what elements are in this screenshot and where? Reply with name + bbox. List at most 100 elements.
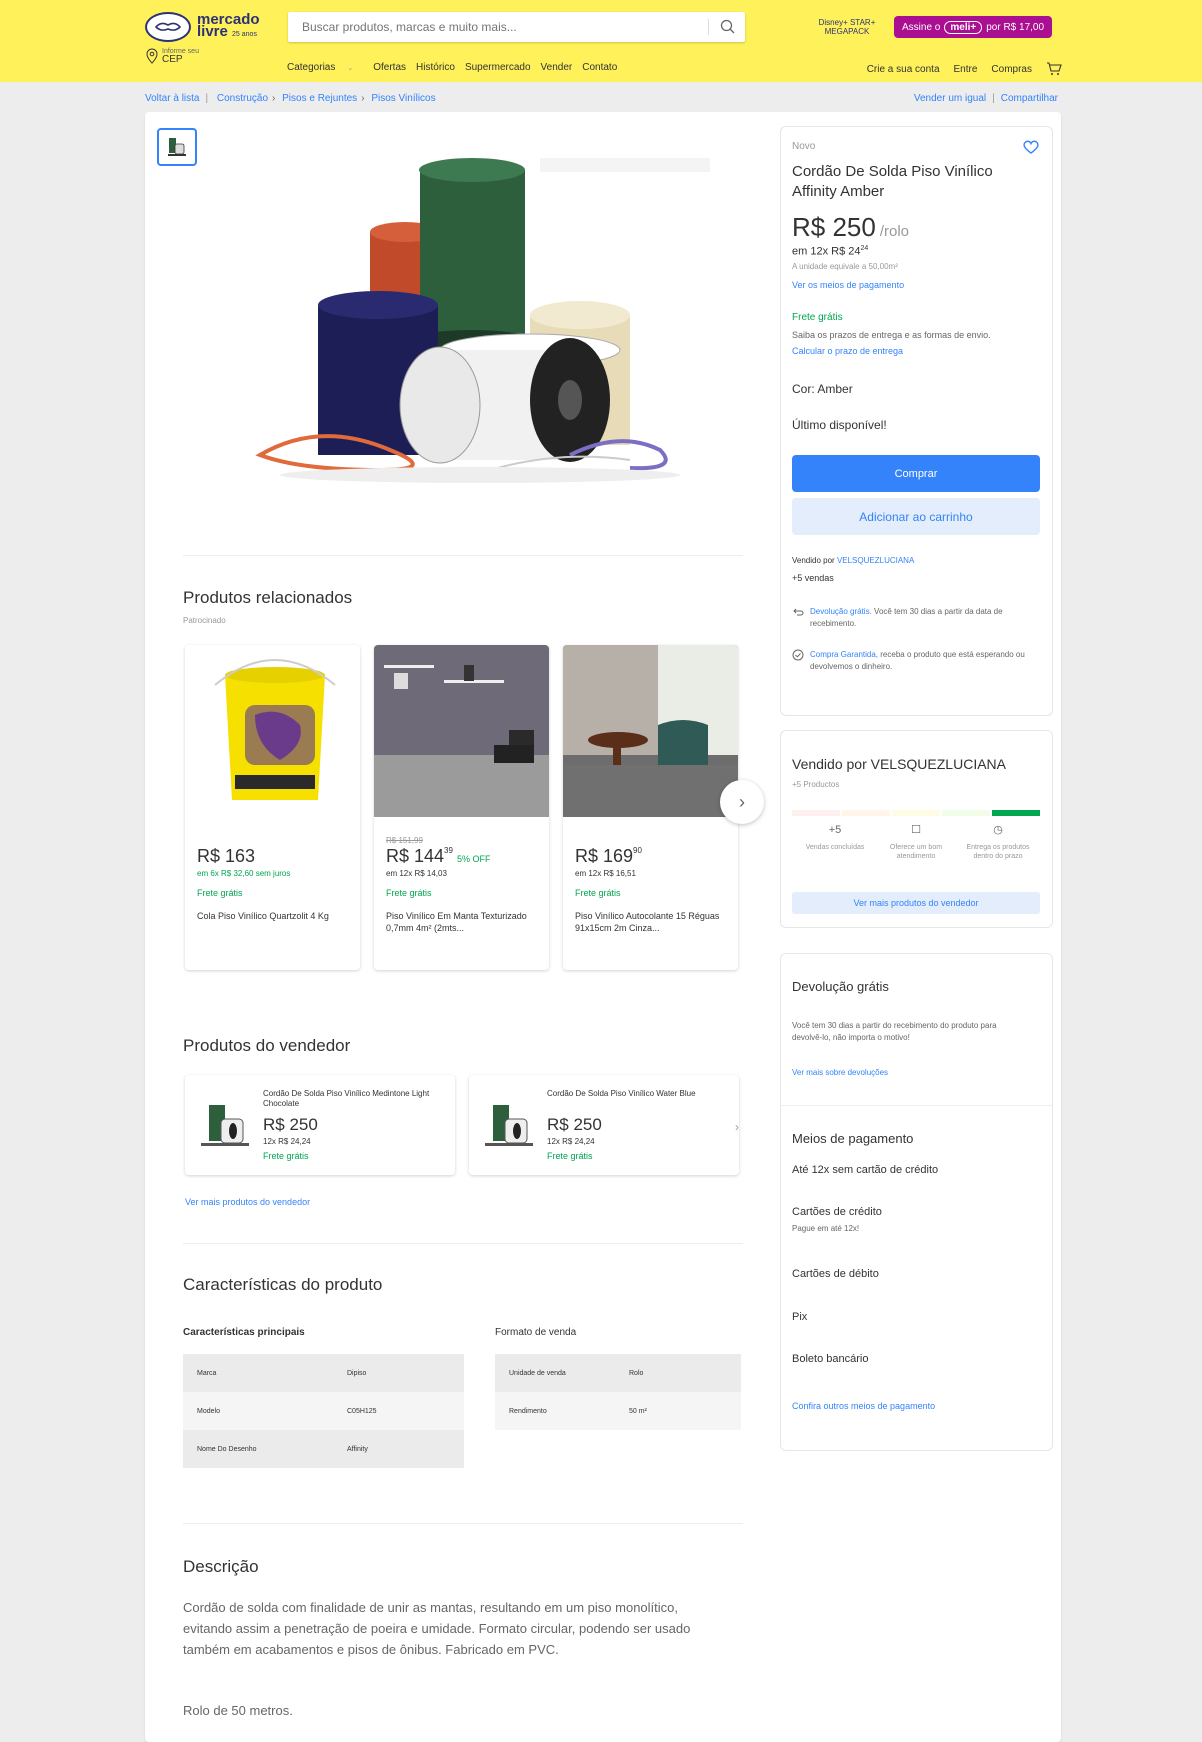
section-divider xyxy=(183,555,743,556)
nav-contato[interactable]: Contato xyxy=(582,62,617,73)
related-product-title: Piso Vinílico Autocolante 15 Réguas 91x1… xyxy=(575,911,720,933)
breadcrumb-item-construcao[interactable]: Construção xyxy=(217,93,268,104)
product-image xyxy=(485,1105,533,1146)
free-shipping-label: Frete grátis xyxy=(792,312,843,323)
handshake-icon xyxy=(145,12,191,42)
cart-icon[interactable] xyxy=(1046,62,1062,76)
related-title: Produtos relacionados xyxy=(183,588,353,607)
nav-ofertas[interactable]: Ofertas xyxy=(373,62,406,73)
spec-key: Modelo xyxy=(183,1392,333,1430)
share-link[interactable]: Compartilhar xyxy=(1001,93,1058,104)
description-text: Cordão de solda com finalidade de unir a… xyxy=(183,1600,691,1657)
more-seller-products-link[interactable]: Ver mais produtos do vendedor xyxy=(185,1197,310,1207)
guarantee-link[interactable]: Compra Garantida, xyxy=(810,650,878,659)
related-product-title: Cola Piso Vinílico Quartzolit 4 Kg xyxy=(197,911,329,921)
nav-categorias[interactable]: Categorias ⌄ xyxy=(287,62,363,73)
debit-cards-label: Cartões de débito xyxy=(792,1268,879,1280)
breadcrumb-item-pisos[interactable]: Pisos e Rejuntes xyxy=(282,93,357,104)
meli-plus-promo[interactable]: Disney+ STAR+ MEGAPACK Assine o meli+ po… xyxy=(812,16,1053,38)
related-card[interactable]: R$ 163 em 6x R$ 32,60 sem juros Frete gr… xyxy=(185,645,360,970)
buy-button[interactable]: Comprar xyxy=(792,455,1040,492)
spec-key: Marca xyxy=(183,1354,333,1392)
payment-methods-link[interactable]: Ver os meios de pagamento xyxy=(792,280,904,290)
credit-cards-sub: Pague em até 12x! xyxy=(792,1224,860,1233)
condition-label: Novo xyxy=(792,141,816,152)
chevron-right-icon[interactable]: › xyxy=(735,1120,739,1134)
installments-cents: 24 xyxy=(860,245,869,252)
seller-product-card[interactable]: Cordão De Solda Piso Vinílico Medintone … xyxy=(185,1075,455,1175)
promo-button[interactable]: Assine o meli+ por R$ 17,00 xyxy=(894,16,1053,38)
related-price-value: R$ 144 xyxy=(386,846,445,866)
table-row: Nome Do Desenho Affinity xyxy=(183,1430,464,1468)
nav-categorias-label: Categorias xyxy=(287,62,336,73)
seller-product-installments: 12x R$ 24,24 xyxy=(547,1137,595,1146)
table-row: Modelo C05H125 xyxy=(183,1392,464,1430)
spec-key: Rendimento xyxy=(495,1392,615,1430)
related-old-price xyxy=(197,836,348,846)
seller-product-title: Cordão De Solda Piso Vinílico Water Blue xyxy=(547,1089,696,1098)
breadcrumb: Voltar à lista | Construção › Pisos e Reju… xyxy=(145,93,436,104)
nav-historico[interactable]: Histórico xyxy=(416,62,455,73)
related-product-title: Piso Vinílico Em Manta Texturizado 0,7mm… xyxy=(386,911,527,933)
seller-stat-label: Oferece um bom atendimento xyxy=(889,844,943,860)
cep-selector[interactable]: Informe seu CEP xyxy=(145,48,199,65)
free-shipping-label: Frete grátis xyxy=(575,888,621,898)
shipping-info: Saiba os prazos de entrega e as formas d… xyxy=(792,330,991,340)
search-icon[interactable] xyxy=(719,18,737,36)
nav-supermercado[interactable]: Supermercado xyxy=(465,62,531,73)
sponsored-label: Patrocinado xyxy=(183,616,226,625)
chevron-down-icon: ⌄ xyxy=(347,65,354,72)
purchases-link[interactable]: Compras xyxy=(991,64,1032,75)
spec-value: C05H125 xyxy=(333,1392,464,1430)
seller-stat-label: Vendas concluídas xyxy=(805,844,865,851)
nav-vender[interactable]: Vender xyxy=(541,62,573,73)
location-pin-icon xyxy=(146,48,158,64)
breadcrumb-item-vinilicos[interactable]: Pisos Vinílicos xyxy=(371,93,435,104)
return-info: Devolução grátis. Você tem 30 dias a par… xyxy=(810,606,1035,630)
related-old-price: R$ 151,99 xyxy=(386,836,423,845)
spec-value: Affinity xyxy=(333,1430,464,1468)
sell-same-link[interactable]: Vender um igual xyxy=(914,93,986,104)
product-title: Cordão De Solda Piso Vinílico Affinity A… xyxy=(792,163,993,200)
heart-icon[interactable] xyxy=(1022,138,1040,156)
add-to-cart-button[interactable]: Adicionar ao carrinho xyxy=(792,498,1040,535)
reputation-bar-1 xyxy=(792,810,840,816)
return-icon xyxy=(793,608,804,616)
seller-product-card[interactable]: Cordão De Solda Piso Vinílico Water Blue… xyxy=(469,1075,739,1175)
chat-icon: ☐ xyxy=(911,824,921,836)
back-to-list-link[interactable]: Voltar à lista xyxy=(145,93,199,104)
main-nav: Categorias ⌄ Ofertas Histórico Supermerca… xyxy=(287,62,627,73)
section-divider xyxy=(183,1523,743,1524)
returns-link[interactable]: Ver mais sobre devoluções xyxy=(792,1068,888,1077)
related-card[interactable]: R$ 16990 em 12x R$ 16,51 Frete grátis Pi… xyxy=(563,645,738,970)
returns-text: Você tem 30 dias a partir do recebimento… xyxy=(792,1021,997,1042)
table-row: Unidade de venda Rolo xyxy=(495,1354,741,1392)
shield-icon xyxy=(792,649,804,661)
promo-prefix: Assine o xyxy=(902,21,941,33)
seller-stat-delivery: ◷ Entrega os produtos dentro do prazo xyxy=(958,825,1038,861)
logo[interactable]: mercado livre 25 anos xyxy=(145,12,260,42)
search-input[interactable] xyxy=(288,12,688,42)
main-specs-table: Marca Dipiso Modelo C05H125 Nome Do Desenh… xyxy=(183,1354,464,1468)
seller-stat-sales: +5 Vendas concluídas xyxy=(795,825,875,852)
discount-badge: 5% OFF xyxy=(456,854,491,864)
seller-stat-service: ☐ Oferece um bom atendimento xyxy=(876,824,956,861)
reputation-bar-2 xyxy=(842,810,890,816)
carousel-next-button[interactable]: › xyxy=(720,780,764,824)
other-payments-link[interactable]: Confira outros meios de pagamento xyxy=(792,1401,935,1411)
seller-product-price: R$ 250 xyxy=(263,1115,318,1134)
spec-key: Unidade de venda xyxy=(495,1354,615,1392)
gallery-thumbnail[interactable] xyxy=(157,128,197,166)
calculate-shipping-link[interactable]: Calcular o prazo de entrega xyxy=(792,346,903,356)
seller-link[interactable]: VELSQUEZLUCIANA xyxy=(837,556,914,565)
return-link[interactable]: Devolução grátis. xyxy=(810,607,872,616)
logo-sub: 25 anos xyxy=(232,30,257,38)
login-link[interactable]: Entre xyxy=(954,64,978,75)
product-image xyxy=(201,1105,249,1146)
logo-word-2: livre xyxy=(197,22,228,40)
main-specs-title: Características principais xyxy=(183,1327,305,1338)
create-account-link[interactable]: Crie a sua conta xyxy=(867,64,940,75)
related-card[interactable]: R$ 151,99 R$ 144395% OFF em 12x R$ 14,03… xyxy=(374,645,549,970)
more-seller-products-button[interactable]: Ver mais produtos do vendedor xyxy=(792,892,1040,914)
product-main-image[interactable] xyxy=(240,150,720,510)
